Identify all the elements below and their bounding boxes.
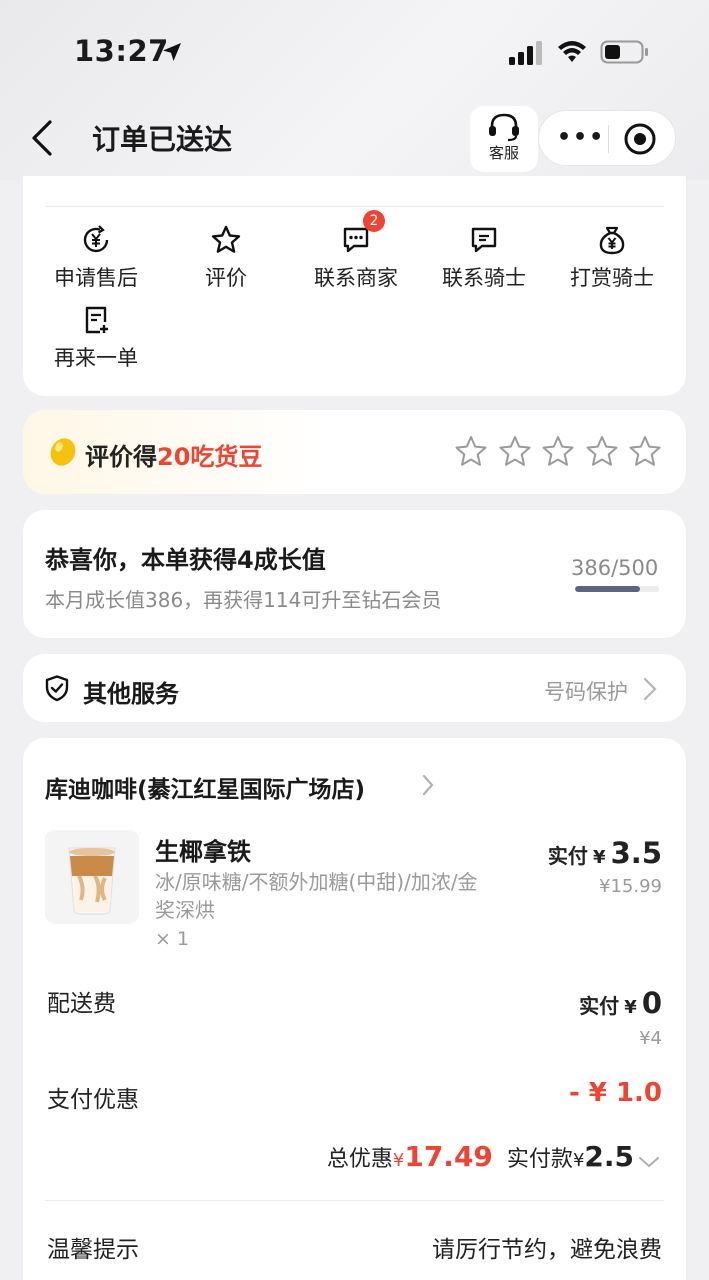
rating-star-2-icon[interactable]	[497, 434, 533, 470]
customer-service-button[interactable]: 客服	[470, 106, 538, 172]
product-spec: 冰/原味糖/不额外加糖(中甜)/加浓/金奖深烘	[155, 870, 478, 922]
action-label: 再来一单	[54, 346, 138, 370]
yen-refresh-icon	[83, 225, 109, 253]
number-protection-label: 号码保护	[544, 680, 628, 704]
action-label: 联系商家	[314, 266, 398, 290]
review-reward-prefix: 评价得	[85, 443, 157, 471]
reorder-icon	[85, 306, 108, 334]
close-target-icon[interactable]	[623, 122, 657, 156]
total-paid-label: 实付款	[506, 1147, 573, 1172]
growth-progress-bar	[575, 586, 659, 592]
mini-program-capsule: •••	[538, 110, 676, 166]
rating-stars	[453, 434, 663, 470]
chevron-down-icon	[639, 1156, 659, 1167]
delivery-original-price: ¥4	[639, 1028, 662, 1049]
product-paid-amount: 3.5	[610, 836, 662, 870]
delivery-paid-row: 实付 ¥ 0	[579, 986, 662, 1020]
bean-icon	[50, 438, 76, 466]
review-reward-highlight: 20吃货豆	[157, 443, 263, 471]
status-time: 13:27	[74, 34, 169, 68]
contact-merchant-button[interactable]: 2 联系商家	[291, 210, 421, 292]
action-label: 评价	[205, 266, 247, 290]
battery-icon	[600, 40, 648, 64]
chevron-right-icon	[422, 774, 434, 796]
back-arrow-icon[interactable]	[26, 116, 60, 160]
total-paid-amount: 2.5	[584, 1140, 634, 1173]
payment-discount-label: 支付优惠	[47, 1087, 139, 1113]
delivery-fee-label: 配送费	[47, 991, 116, 1017]
tip-rider-button[interactable]: 打赏骑士	[547, 224, 677, 292]
divider	[45, 206, 664, 207]
action-label: 申请售后	[54, 266, 138, 290]
unread-badge: 2	[363, 210, 385, 232]
delivery-paid-amount: 0	[641, 986, 662, 1020]
cellular-signal-icon	[509, 41, 542, 65]
review-button[interactable]: 评价	[161, 224, 291, 292]
yen-symbol: ¥	[593, 847, 606, 868]
review-reward-text: 评价得20吃货豆	[85, 437, 262, 472]
chat-icon	[471, 227, 497, 253]
wifi-icon	[558, 41, 586, 62]
paid-label: 实付	[547, 844, 588, 868]
total-discount-amount: 17.49	[404, 1140, 493, 1173]
customer-service-label: 客服	[488, 144, 519, 162]
tip-text: 请厉行节约，避免浪费	[432, 1237, 662, 1263]
review-reward-card[interactable]: 评价得20吃货豆	[23, 410, 686, 494]
tip-label: 温馨提示	[47, 1237, 139, 1263]
order-details-card: 库迪咖啡(綦江红星国际广场店) 生椰拿铁 冰/原味糖/不额外加糖(中甜)/加浓/…	[23, 738, 686, 1280]
divider	[45, 1200, 664, 1201]
product-paid-row: 实付 ¥ 3.5	[548, 836, 662, 870]
other-services-row[interactable]: 其他服务 号码保护	[23, 654, 686, 722]
growth-title: 恭喜你，本单获得4成长值	[45, 546, 326, 574]
totals-row[interactable]: 总优惠¥17.49 实付款¥2.5	[327, 1140, 660, 1173]
product-original-price: ¥15.99	[599, 876, 662, 897]
rating-star-3-icon[interactable]	[540, 434, 576, 470]
headset-icon	[489, 113, 519, 142]
yen-symbol: ¥	[624, 997, 637, 1018]
total-discount-label: 总优惠	[326, 1147, 393, 1172]
star-icon	[211, 225, 241, 253]
growth-count: 386/500	[571, 556, 659, 580]
shield-check-icon	[45, 675, 69, 702]
growth-value-card: 恭喜你，本单获得4成长值 本月成长值386，再获得114可升至钻石会员 386/…	[23, 510, 686, 638]
capsule-divider	[608, 125, 609, 153]
growth-subtitle: 本月成长值386，再获得114可升至钻石会员	[45, 588, 442, 612]
contact-rider-button[interactable]: 联系骑士	[419, 224, 549, 292]
yen-symbol: ¥	[572, 1150, 585, 1171]
reorder-button[interactable]: 再来一单	[31, 304, 161, 372]
more-menu-button[interactable]: •••	[557, 125, 605, 150]
product-image[interactable]	[45, 830, 139, 924]
nav-bar: 订单已送达 客服 •••	[0, 100, 709, 176]
services-title: 其他服务	[83, 680, 179, 708]
location-arrow-icon	[163, 43, 181, 61]
product-quantity: × 1	[155, 928, 190, 950]
growth-progress-fill	[575, 586, 640, 592]
status-bar: 13:27	[0, 0, 709, 100]
rating-star-1-icon[interactable]	[453, 434, 489, 470]
paid-label: 实付	[579, 994, 620, 1018]
action-label: 联系骑士	[442, 266, 526, 290]
yen-symbol: ¥	[392, 1150, 405, 1171]
payment-discount-amount: - ¥ 1.0	[568, 1078, 662, 1108]
after-sales-button[interactable]: 申请售后	[31, 224, 161, 292]
action-label: 打赏骑士	[570, 266, 654, 290]
money-bag-icon	[599, 226, 625, 255]
rating-star-4-icon[interactable]	[584, 434, 620, 470]
product-name: 生椰拿铁	[155, 838, 251, 866]
page-title: 订单已送达	[92, 123, 233, 156]
chevron-right-icon	[643, 677, 657, 701]
rating-star-5-icon[interactable]	[627, 434, 663, 470]
store-name-link[interactable]: 库迪咖啡(綦江红星国际广场店)	[45, 770, 365, 804]
order-actions-card: 申请售后 评价 2 联系商家 联系骑士 打赏骑士 再来一单	[23, 176, 686, 396]
